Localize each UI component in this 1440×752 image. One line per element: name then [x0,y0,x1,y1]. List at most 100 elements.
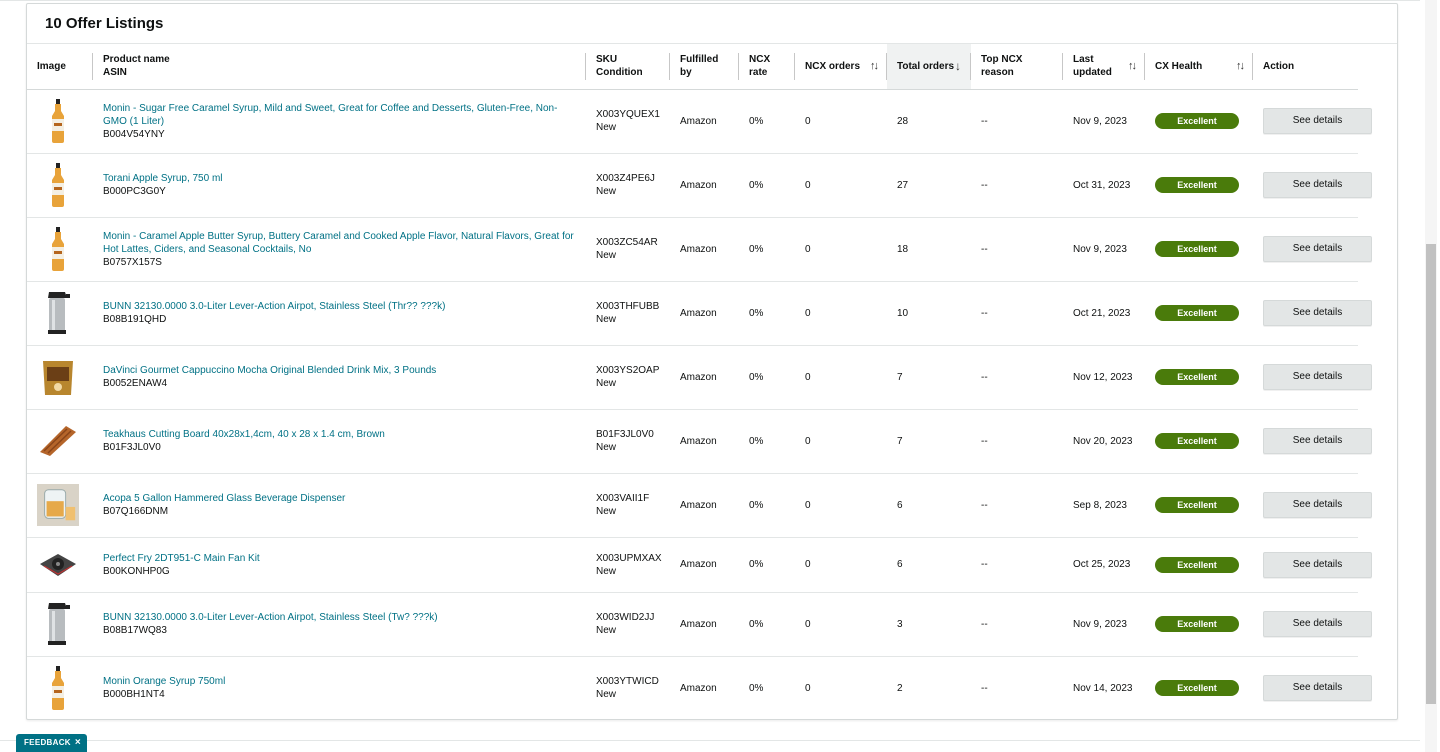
airpot-icon[interactable] [37,290,79,336]
syrup-bottle-icon[interactable] [37,665,79,711]
close-icon[interactable]: × [75,737,81,748]
status-badge: Excellent [1155,369,1239,385]
ncx-rate-cell: 0% [739,281,795,346]
product-name-link[interactable]: Monin - Caramel Apple Butter Syrup, Butt… [103,230,576,256]
asin-text: B01F3JL0V0 [103,442,161,453]
feedback-label: FEEDBACK [24,738,71,747]
fan-kit-icon[interactable] [37,542,79,588]
ncx-rate-cell: 0% [739,473,795,538]
syrup-bottle-icon[interactable] [37,162,79,208]
see-details-button[interactable]: See details [1263,172,1372,198]
product-name-link[interactable]: Monin Orange Syrup 750ml [103,675,576,688]
product-name-link[interactable]: DaVinci Gourmet Cappuccino Mocha Origina… [103,364,576,377]
table-row: Monin - Sugar Free Caramel Syrup, Mild a… [27,89,1397,154]
beverage-dispenser-icon[interactable] [37,482,79,528]
see-details-button[interactable]: See details [1263,675,1372,701]
fulfilled-by-cell: Amazon [670,409,739,474]
airpot-icon[interactable] [37,601,79,647]
status-badge: Excellent [1155,680,1239,696]
action-cell: See details [1253,89,1372,154]
cx-health-cell: Excellent [1145,281,1253,346]
product-name-cell: Monin Orange Syrup 750ml B000BH1NT4 [93,656,586,719]
product-name-link[interactable]: Monin - Sugar Free Caramel Syrup, Mild a… [103,102,576,128]
sku-cell: X003WID2JJ New [586,592,670,657]
ncx-rate-cell: 0% [739,217,795,282]
fulfilled-by-cell: Amazon [670,153,739,218]
product-name-link[interactable]: Perfect Fry 2DT951-C Main Fan Kit [103,552,576,565]
status-badge: Excellent [1155,305,1239,321]
syrup-bottle-icon[interactable] [37,226,79,272]
action-cell: See details [1253,281,1372,346]
sort-icon[interactable]: ↑↓ [1236,60,1245,73]
sort-icon[interactable]: ↑↓ [1128,60,1137,73]
asin-text: B07Q166DNM [103,506,169,517]
col-header-last-updated[interactable]: Last updated ↑↓ [1063,44,1145,90]
top-ncx-reason-cell: -- [971,592,1063,657]
cx-health-cell: Excellent [1145,592,1253,657]
product-name-link[interactable]: Torani Apple Syrup, 750 ml [103,172,576,185]
table-row: Teakhaus Cutting Board 40x28x1,4cm, 40 x… [27,409,1397,474]
see-details-button[interactable]: See details [1263,492,1372,518]
product-name-link[interactable]: Acopa 5 Gallon Hammered Glass Beverage D… [103,492,576,505]
condition-text: New [596,506,617,517]
scrollbar-thumb[interactable] [1426,244,1436,704]
table-row: Perfect Fry 2DT951-C Main Fan Kit B00KONH… [27,537,1397,593]
see-details-button[interactable]: See details [1263,108,1372,134]
last-updated-cell: Nov 9, 2023 [1063,89,1145,154]
asin-text: B004V54YNY [103,128,165,140]
cx-health-cell: Excellent [1145,153,1253,218]
table-row: Torani Apple Syrup, 750 ml B000PC3G0Y X003… [27,153,1397,218]
product-image-cell [27,345,93,410]
total-orders-cell: 10 [887,281,971,346]
sort-descending-icon[interactable]: ↓ [955,59,961,73]
ncx-rate-cell: 0% [739,89,795,154]
cutting-board-icon[interactable] [37,418,79,464]
top-ncx-reason-cell: -- [971,281,1063,346]
product-image-cell [27,217,93,282]
feedback-button[interactable]: FEEDBACK × [16,734,87,752]
see-details-button[interactable]: See details [1263,428,1372,454]
see-details-button[interactable]: See details [1263,364,1372,390]
fulfilled-by-cell: Amazon [670,281,739,346]
fulfilled-by-cell: Amazon [670,473,739,538]
product-image-cell [27,153,93,218]
product-name-link[interactable]: BUNN 32130.0000 3.0-Liter Lever-Action A… [103,300,576,313]
fulfilled-by-cell: Amazon [670,89,739,154]
ncx-orders-cell: 0 [795,153,887,218]
col-header-total-orders[interactable]: Total orders ↓ [887,44,971,90]
col-header-cx-health[interactable]: CX Health ↑↓ [1145,44,1253,90]
sku-text: B01F3JL0V0 [596,429,654,440]
product-name-link[interactable]: Teakhaus Cutting Board 40x28x1,4cm, 40 x… [103,428,576,441]
see-details-button[interactable]: See details [1263,300,1372,326]
status-badge: Excellent [1155,497,1239,513]
fulfilled-by-cell: Amazon [670,537,739,593]
action-cell: See details [1253,217,1372,282]
sku-cell: X003VAII1F New [586,473,670,538]
table-row: DaVinci Gourmet Cappuccino Mocha Origina… [27,345,1397,410]
syrup-bottle-icon[interactable] [37,98,79,144]
cx-health-cell: Excellent [1145,473,1253,538]
top-ncx-reason-cell: -- [971,537,1063,593]
bottom-divider [0,740,1420,741]
sort-icon[interactable]: ↑↓ [870,60,879,73]
cx-health-cell: Excellent [1145,656,1253,719]
ncx-orders-cell: 0 [795,656,887,719]
last-updated-cell: Oct 31, 2023 [1063,153,1145,218]
top-ncx-reason-cell: -- [971,153,1063,218]
col-header-ncx-orders[interactable]: NCX orders ↑↓ [795,44,887,90]
see-details-button[interactable]: See details [1263,236,1372,262]
vertical-scrollbar[interactable] [1425,0,1437,752]
ncx-orders-cell: 0 [795,592,887,657]
drink-mix-bag-icon[interactable] [37,354,79,400]
product-name-link[interactable]: BUNN 32130.0000 3.0-Liter Lever-Action A… [103,611,576,624]
sku-cell: X003UPMXAX New [586,537,670,593]
condition-text: New [596,378,617,389]
product-name-cell: DaVinci Gourmet Cappuccino Mocha Origina… [93,345,586,410]
table-row: Acopa 5 Gallon Hammered Glass Beverage D… [27,473,1397,538]
see-details-button[interactable]: See details [1263,611,1372,637]
cx-health-cell: Excellent [1145,89,1253,154]
ncx-rate-cell: 0% [739,656,795,719]
see-details-button[interactable]: See details [1263,551,1372,578]
action-cell: See details [1253,656,1372,719]
ncx-orders-cell: 0 [795,281,887,346]
